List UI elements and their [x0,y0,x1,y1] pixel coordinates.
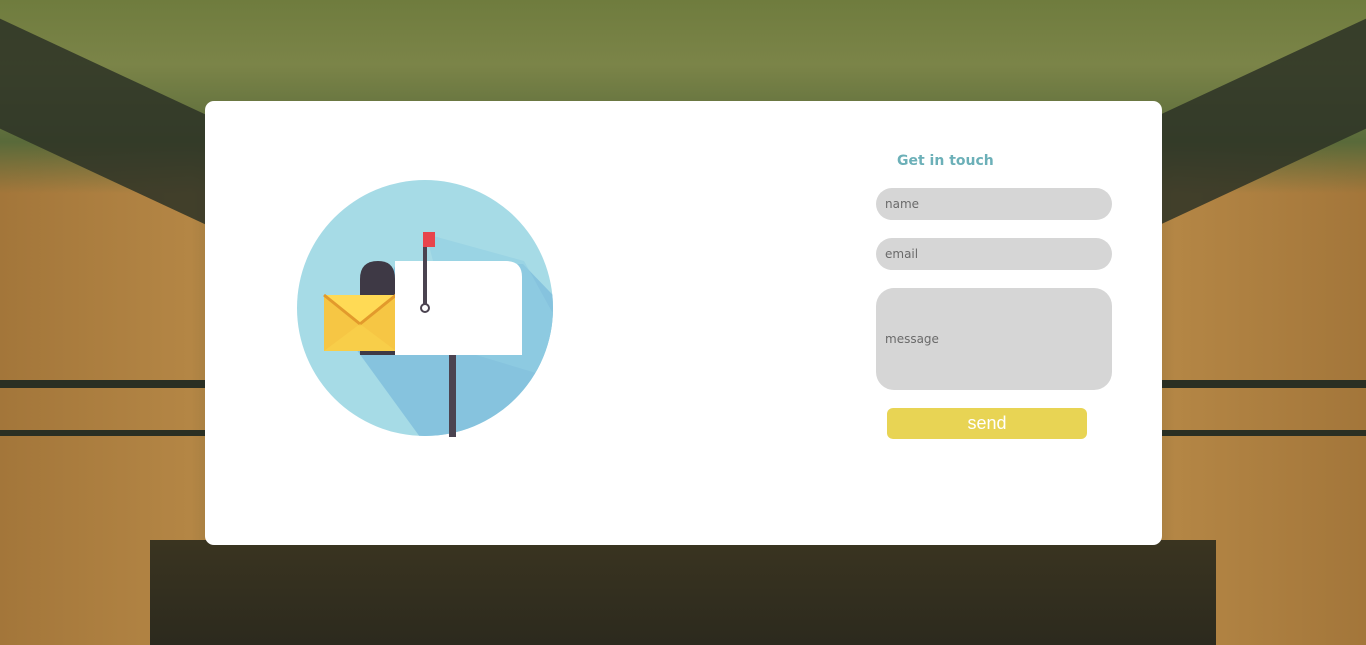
message-textarea[interactable] [876,288,1112,390]
bridge-railing-left-lower [0,430,210,436]
form-title: Get in touch [897,153,994,169]
mailbox-icon [297,180,553,437]
send-button[interactable]: send [887,408,1087,439]
email-input[interactable] [876,238,1112,270]
name-input[interactable] [876,188,1112,220]
contact-card: Get in touch send [205,101,1162,545]
bridge-railing-right [1156,380,1366,388]
bridge-railing-left [0,380,210,388]
bridge-floor [150,540,1216,645]
bridge-railing-right-lower [1156,430,1366,436]
